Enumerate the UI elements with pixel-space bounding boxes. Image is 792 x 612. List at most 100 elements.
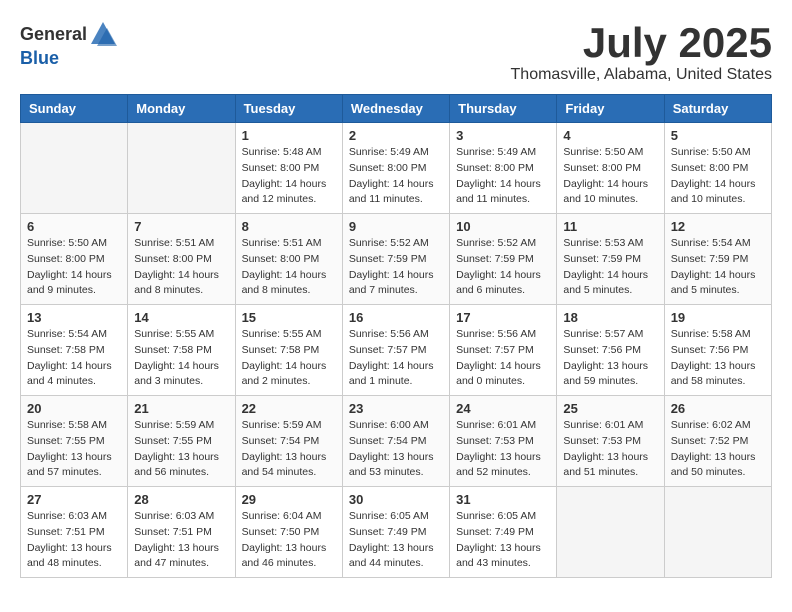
- calendar-day-cell: 10Sunrise: 5:52 AMSunset: 7:59 PMDayligh…: [450, 214, 557, 305]
- day-number: 17: [456, 310, 550, 325]
- calendar-week-row: 20Sunrise: 5:58 AMSunset: 7:55 PMDayligh…: [21, 396, 772, 487]
- calendar-day-cell: 23Sunrise: 6:00 AMSunset: 7:54 PMDayligh…: [342, 396, 449, 487]
- calendar-week-row: 27Sunrise: 6:03 AMSunset: 7:51 PMDayligh…: [21, 487, 772, 578]
- day-number: 14: [134, 310, 228, 325]
- day-info: Sunrise: 6:03 AMSunset: 7:51 PMDaylight:…: [134, 509, 228, 572]
- day-info: Sunrise: 6:01 AMSunset: 7:53 PMDaylight:…: [456, 418, 550, 481]
- day-number: 22: [242, 401, 336, 416]
- calendar-day-cell: 9 Sunrise: 5:52 AMSunset: 7:59 PMDaylight…: [342, 214, 449, 305]
- day-number: 9: [349, 219, 443, 234]
- calendar-day-cell: 12 Sunrise: 5:54 AMSunset: 7:59 PMDayligh…: [664, 214, 771, 305]
- day-info: Sunrise: 6:03 AMSunset: 7:51 PMDaylight:…: [27, 509, 121, 572]
- calendar-day-cell: 2 Sunrise: 5:49 AMSunset: 8:00 PMDaylight…: [342, 123, 449, 214]
- weekday-header: Saturday: [664, 95, 771, 123]
- page-header: General Blue July 2025 Thomasville, Alab…: [20, 20, 772, 84]
- calendar-day-cell: 7 Sunrise: 5:51 AMSunset: 8:00 PMDaylight…: [128, 214, 235, 305]
- calendar-day-cell: [557, 487, 664, 578]
- calendar-day-cell: 6 Sunrise: 5:50 AMSunset: 8:00 PMDaylight…: [21, 214, 128, 305]
- day-info: Sunrise: 6:01 AMSunset: 7:53 PMDaylight:…: [563, 418, 657, 481]
- weekday-header: Monday: [128, 95, 235, 123]
- day-info: Sunrise: 5:54 AMSunset: 7:59 PMDaylight:…: [671, 236, 765, 299]
- calendar-day-cell: 8 Sunrise: 5:51 AMSunset: 8:00 PMDaylight…: [235, 214, 342, 305]
- calendar-day-cell: 18 Sunrise: 5:57 AMSunset: 7:56 PMDayligh…: [557, 305, 664, 396]
- day-info: Sunrise: 5:51 AMSunset: 8:00 PMDaylight:…: [242, 236, 336, 299]
- day-number: 28: [134, 492, 228, 507]
- day-info: Sunrise: 5:57 AMSunset: 7:56 PMDaylight:…: [563, 327, 657, 390]
- calendar-day-cell: 27Sunrise: 6:03 AMSunset: 7:51 PMDayligh…: [21, 487, 128, 578]
- calendar-day-cell: 5 Sunrise: 5:50 AMSunset: 8:00 PMDaylight…: [664, 123, 771, 214]
- day-number: 30: [349, 492, 443, 507]
- day-number: 26: [671, 401, 765, 416]
- day-number: 4: [563, 128, 657, 143]
- day-info: Sunrise: 6:05 AMSunset: 7:49 PMDaylight:…: [456, 509, 550, 572]
- day-number: 31: [456, 492, 550, 507]
- calendar-day-cell: 25 Sunrise: 6:01 AMSunset: 7:53 PMDayligh…: [557, 396, 664, 487]
- day-number: 18: [563, 310, 657, 325]
- calendar-day-cell: 15 Sunrise: 5:55 AMSunset: 7:58 PMDayligh…: [235, 305, 342, 396]
- calendar-day-cell: 1 Sunrise: 5:48 AMSunset: 8:00 PMDaylight…: [235, 123, 342, 214]
- day-number: 21: [134, 401, 228, 416]
- day-info: Sunrise: 5:56 AMSunset: 7:57 PMDaylight:…: [456, 327, 550, 390]
- day-number: 25: [563, 401, 657, 416]
- calendar-day-cell: 26 Sunrise: 6:02 AMSunset: 7:52 PMDayligh…: [664, 396, 771, 487]
- weekday-header: Tuesday: [235, 95, 342, 123]
- day-number: 19: [671, 310, 765, 325]
- calendar-day-cell: [21, 123, 128, 214]
- logo-general-text: General: [20, 24, 87, 45]
- calendar-week-row: 1 Sunrise: 5:48 AMSunset: 8:00 PMDaylight…: [21, 123, 772, 214]
- calendar-day-cell: [128, 123, 235, 214]
- day-number: 8: [242, 219, 336, 234]
- page-subtitle: Thomasville, Alabama, United States: [511, 66, 772, 84]
- day-info: Sunrise: 5:59 AMSunset: 7:55 PMDaylight:…: [134, 418, 228, 481]
- day-number: 2: [349, 128, 443, 143]
- day-number: 5: [671, 128, 765, 143]
- day-number: 6: [27, 219, 121, 234]
- day-info: Sunrise: 5:50 AMSunset: 8:00 PMDaylight:…: [671, 145, 765, 208]
- calendar-week-row: 6 Sunrise: 5:50 AMSunset: 8:00 PMDaylight…: [21, 214, 772, 305]
- day-info: Sunrise: 5:51 AMSunset: 8:00 PMDaylight:…: [134, 236, 228, 299]
- day-number: 15: [242, 310, 336, 325]
- day-info: Sunrise: 5:52 AMSunset: 7:59 PMDaylight:…: [456, 236, 550, 299]
- calendar-week-row: 13 Sunrise: 5:54 AMSunset: 7:58 PMDayligh…: [21, 305, 772, 396]
- day-info: Sunrise: 5:55 AMSunset: 7:58 PMDaylight:…: [134, 327, 228, 390]
- calendar-day-cell: 20Sunrise: 5:58 AMSunset: 7:55 PMDayligh…: [21, 396, 128, 487]
- day-number: 7: [134, 219, 228, 234]
- title-block: July 2025 Thomasville, Alabama, United S…: [511, 20, 772, 84]
- calendar-header-row: SundayMondayTuesdayWednesdayThursdayFrid…: [21, 95, 772, 123]
- calendar-day-cell: 30Sunrise: 6:05 AMSunset: 7:49 PMDayligh…: [342, 487, 449, 578]
- logo: General Blue: [20, 20, 117, 69]
- calendar-day-cell: 19Sunrise: 5:58 AMSunset: 7:56 PMDayligh…: [664, 305, 771, 396]
- calendar-day-cell: 21 Sunrise: 5:59 AMSunset: 7:55 PMDayligh…: [128, 396, 235, 487]
- day-number: 12: [671, 219, 765, 234]
- weekday-header: Sunday: [21, 95, 128, 123]
- calendar-day-cell: 13 Sunrise: 5:54 AMSunset: 7:58 PMDayligh…: [21, 305, 128, 396]
- day-number: 1: [242, 128, 336, 143]
- day-number: 13: [27, 310, 121, 325]
- calendar-day-cell: 24Sunrise: 6:01 AMSunset: 7:53 PMDayligh…: [450, 396, 557, 487]
- day-info: Sunrise: 5:50 AMSunset: 8:00 PMDaylight:…: [27, 236, 121, 299]
- calendar-day-cell: 22 Sunrise: 5:59 AMSunset: 7:54 PMDayligh…: [235, 396, 342, 487]
- calendar-day-cell: 16Sunrise: 5:56 AMSunset: 7:57 PMDayligh…: [342, 305, 449, 396]
- day-info: Sunrise: 5:59 AMSunset: 7:54 PMDaylight:…: [242, 418, 336, 481]
- day-info: Sunrise: 5:52 AMSunset: 7:59 PMDaylight:…: [349, 236, 443, 299]
- day-number: 23: [349, 401, 443, 416]
- weekday-header: Friday: [557, 95, 664, 123]
- weekday-header: Wednesday: [342, 95, 449, 123]
- calendar-day-cell: 4 Sunrise: 5:50 AMSunset: 8:00 PMDaylight…: [557, 123, 664, 214]
- calendar-day-cell: 31 Sunrise: 6:05 AMSunset: 7:49 PMDayligh…: [450, 487, 557, 578]
- calendar-day-cell: 17 Sunrise: 5:56 AMSunset: 7:57 PMDayligh…: [450, 305, 557, 396]
- calendar-day-cell: 14 Sunrise: 5:55 AMSunset: 7:58 PMDayligh…: [128, 305, 235, 396]
- logo-blue-text: Blue: [20, 48, 59, 68]
- day-number: 3: [456, 128, 550, 143]
- day-number: 11: [563, 219, 657, 234]
- day-info: Sunrise: 6:02 AMSunset: 7:52 PMDaylight:…: [671, 418, 765, 481]
- day-info: Sunrise: 6:04 AMSunset: 7:50 PMDaylight:…: [242, 509, 336, 572]
- day-info: Sunrise: 5:55 AMSunset: 7:58 PMDaylight:…: [242, 327, 336, 390]
- day-info: Sunrise: 5:54 AMSunset: 7:58 PMDaylight:…: [27, 327, 121, 390]
- day-info: Sunrise: 5:48 AMSunset: 8:00 PMDaylight:…: [242, 145, 336, 208]
- day-info: Sunrise: 5:49 AMSunset: 8:00 PMDaylight:…: [349, 145, 443, 208]
- day-info: Sunrise: 5:53 AMSunset: 7:59 PMDaylight:…: [563, 236, 657, 299]
- weekday-header: Thursday: [450, 95, 557, 123]
- day-info: Sunrise: 5:50 AMSunset: 8:00 PMDaylight:…: [563, 145, 657, 208]
- day-info: Sunrise: 5:58 AMSunset: 7:55 PMDaylight:…: [27, 418, 121, 481]
